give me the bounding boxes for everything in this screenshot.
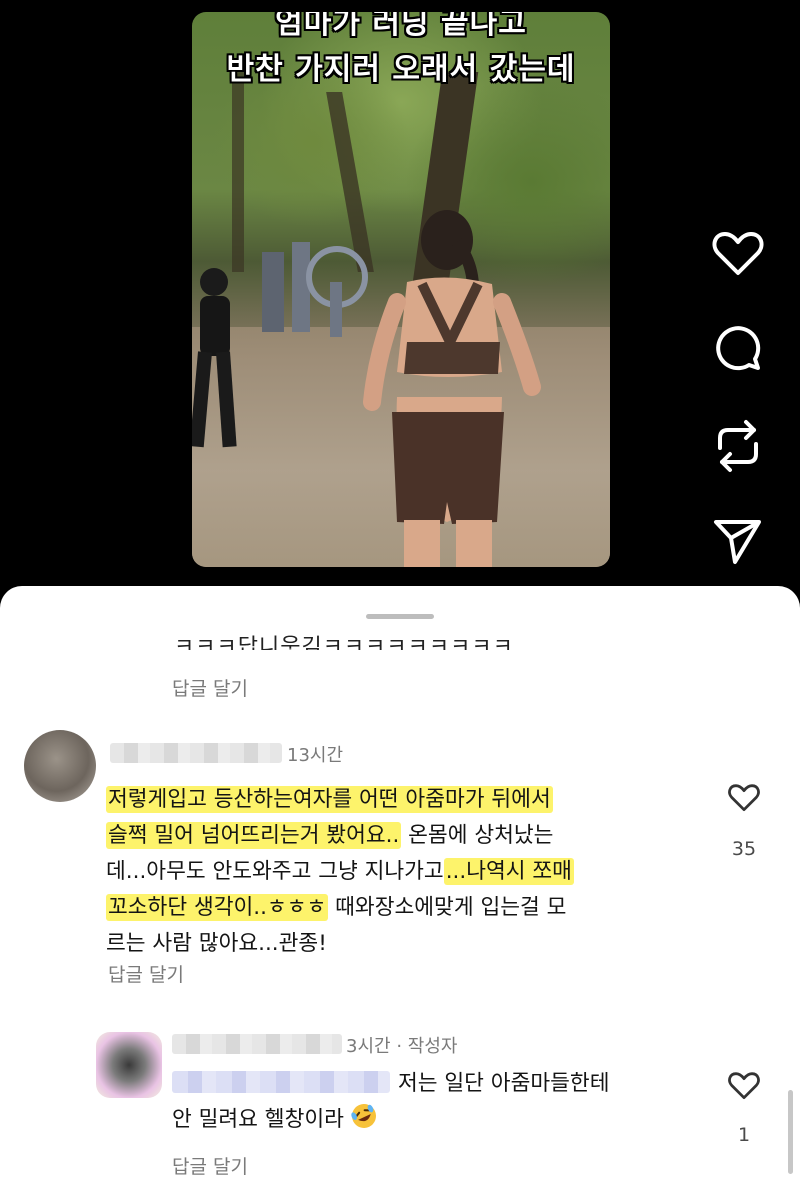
heart-icon [728,784,760,812]
reply-button[interactable]: 답글 달기 [108,960,184,987]
reply-button[interactable]: 답글 달기 [172,674,248,701]
avatar[interactable] [96,1032,162,1098]
author-badge: 작성자 [407,1036,458,1057]
heart-icon [712,232,764,275]
comment-text: 온몸에 상처났는 [401,823,554,848]
comment-text: 때와장소에맞게 입는걸 모 [328,895,567,920]
reply-button[interactable]: 답글 달기 [172,1152,248,1179]
runner-left [192,268,237,448]
runner-center [363,210,541,567]
comment-meta: 3시간 · 작성자 [346,1032,457,1058]
comments-sheet: ㅋㅋㅋ답니웃김ㅋㅋㅋㅋㅋㅋㅋㅋㅋ 답글 달기 13시간 저렇게입고 등산하는여자… [0,586,800,1184]
highlighted-text: ...나역시 쪼매 [443,858,574,885]
avatar[interactable] [24,730,96,802]
comment-text: 저는 일단 아줌마들한테 [398,1071,610,1096]
comment-text: 데...아무도 안도와주고 그냥 지나가고 [106,859,444,884]
meta-separator: · [396,1036,403,1057]
tree-trunk [232,72,244,272]
highlighted-text: 저렇게입고 등산하는여자를 어떤 아줌마가 뒤에서 [106,786,553,813]
send-icon [714,520,761,564]
repost-button[interactable] [708,416,768,476]
highlighted-text: 슬쩍 밀어 넘어뜨리는거 봤어요.. [106,822,402,849]
scrollbar[interactable] [788,1090,793,1174]
share-button[interactable] [708,512,768,572]
mention-blurred[interactable] [172,1071,390,1093]
reply-body: 저는 일단 아줌마들한테 안 밀려요 헬창이라 [172,1066,609,1138]
comment-text: 안 밀려요 헬창이라 [172,1107,344,1132]
comment-time: 13시간 [287,745,344,766]
comment-like-button[interactable] [724,778,764,818]
highlighted-text: 꼬소하단 생각이..ㅎㅎㅎ [106,894,329,921]
previous-comment-text: ㅋㅋㅋ답니웃김ㅋㅋㅋㅋㅋㅋㅋㅋㅋ [174,635,514,650]
sheet-drag-handle[interactable] [366,614,434,619]
like-count: 35 [731,838,757,860]
video-caption-line1: 엄마가 러닝 끝나고 [275,12,527,41]
heart-icon [728,1072,760,1100]
comment-body: 저렇게입고 등산하는여자를 어떤 아줌마가 뒤에서 슬쩍 밀어 넘어뜨리는거 봤… [106,782,574,962]
reel-video[interactable]: 엄마가 러닝 끝나고 반찬 가지러 오래서 갔는데 [192,12,610,567]
comment-icon [716,326,761,371]
comment-button[interactable] [708,318,768,378]
rolling-on-floor-laughing-emoji [351,1104,376,1128]
username-blurred[interactable] [110,743,282,763]
comment-text: 르는 사람 많아요...관종! [106,931,327,956]
like-count: 1 [737,1124,751,1146]
like-button[interactable] [708,224,768,284]
comment-time: 3시간 [346,1036,391,1057]
video-caption-line2: 반찬 가지러 오래서 갔는데 [226,52,576,87]
comment-like-button[interactable] [724,1066,764,1106]
repost-icon [718,420,758,472]
username-blurred[interactable] [172,1034,342,1054]
